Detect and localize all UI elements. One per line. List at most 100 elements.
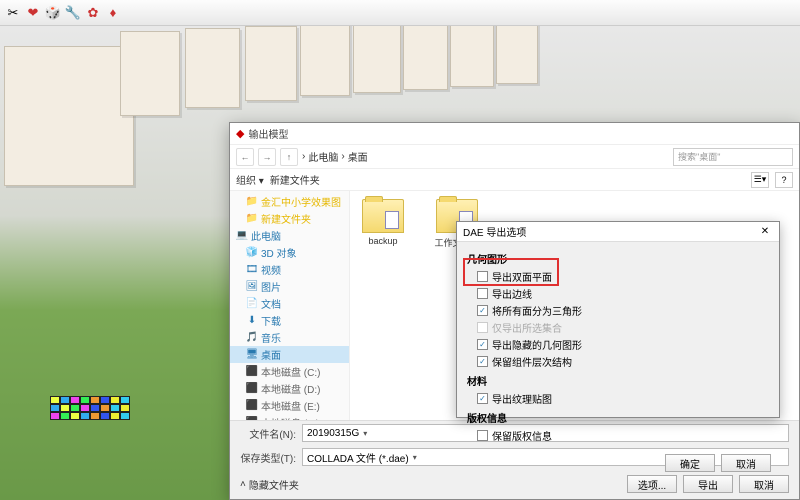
checkbox-label: 保留版权信息 [492,428,552,443]
filename-label: 文件名(N): [240,426,296,441]
group-copyright-label: 版权信息 [467,410,769,425]
checkbox-row: 仅导出所选集合 [467,319,769,336]
group-geometry-label: 几何图形 [467,251,769,266]
export-button[interactable]: 导出 [683,475,733,493]
view-mode-button[interactable]: ☰▾ [751,172,769,188]
tree-item[interactable]: 📄文档 [230,295,349,312]
tree-item-icon: ⬛ [246,366,258,378]
checkbox-icon: ✓ [477,393,488,404]
tree-item-icon: 💻 [236,230,248,242]
checkbox-icon [477,271,488,282]
hide-folders-toggle[interactable]: ˄隐藏文件夹 [230,475,309,494]
checkbox-label: 导出纹理贴图 [492,391,552,406]
breadcrumb[interactable]: › 此电脑 › 桌面 [302,149,669,164]
breadcrumb-item[interactable]: 桌面 [348,149,368,164]
checkbox-row[interactable]: ✓ 导出隐藏的几何图形 [467,336,769,353]
tree-item[interactable]: 📁金汇中小学效果图 [230,193,349,210]
tree-item-label: 3D 对象 [261,245,297,260]
tree-item[interactable]: 🎞视频 [230,261,349,278]
dialog-titlebar[interactable]: ◆ 输出模型 [230,123,799,145]
tree-item[interactable]: 🖼图片 [230,278,349,295]
options-title: DAE 导出选项 [463,224,526,239]
file-label: backup [358,236,408,246]
tree-item[interactable]: ⬛本地磁盘 (C:) [230,363,349,380]
folder-tree[interactable]: 📁金汇中小学效果图📁新建文件夹💻此电脑🧊3D 对象🎞视频🖼图片📄文档⬇下载🎵音乐… [230,191,350,420]
dae-options-dialog: DAE 导出选项 ✕ 几何图形 导出双面平面导出边线 ✓ 将所有面分为三角形仅导出所… [456,221,780,418]
tree-item[interactable]: 📁新建文件夹 [230,210,349,227]
checkbox-icon [477,322,488,333]
breadcrumb-sep-icon: › [302,151,305,162]
options-cancel-button[interactable]: 取消 [721,454,771,472]
tool-icon-6[interactable]: ♦ [104,4,122,22]
tree-item-icon: 📄 [246,298,258,310]
tree-item[interactable]: 🧊3D 对象 [230,244,349,261]
tree-item-label: 本地磁盘 (D:) [261,381,320,396]
main-toolbar: ✂ ❤ 🎲 🔧 ✿ ♦ [0,0,800,26]
help-button[interactable]: ? [775,172,793,188]
nav-forward-icon[interactable]: → [258,148,276,166]
dialog-toolbar: 组织 ▾ 新建文件夹 ☰▾ ? [230,169,799,191]
nav-up-icon[interactable]: ↑ [280,148,298,166]
search-input[interactable]: 搜索"桌面" [673,148,793,166]
ruby-icon: ◆ [236,127,244,140]
tree-item-label: 本地磁盘 (C:) [261,364,320,379]
chevron-down-icon[interactable]: ▾ [413,453,417,462]
breadcrumb-item[interactable]: 此电脑 [308,149,338,164]
checkbox-row[interactable]: 导出双面平面 [467,268,769,285]
checkbox-row[interactable]: ✓ 导出纹理贴图 [467,390,769,407]
tree-item-label: 本地磁盘 (E:) [261,398,320,413]
checkbox-label: 仅导出所选集合 [492,320,562,335]
ok-button[interactable]: 确定 [665,454,715,472]
options-button[interactable]: 选项... [627,475,677,493]
tree-item[interactable]: 🖥桌面 [230,346,349,363]
chevron-up-icon: ˄ [240,479,246,490]
new-folder-button[interactable]: 新建文件夹 [270,172,320,187]
tree-item-icon: 📁 [246,196,258,208]
checkbox-label: 导出双面平面 [492,269,552,284]
options-titlebar[interactable]: DAE 导出选项 ✕ [457,222,779,242]
cancel-button[interactable]: 取消 [739,475,789,493]
checkbox-row[interactable]: ✓ 保留组件层次结构 [467,353,769,370]
tree-item-label: 下载 [261,313,281,328]
close-icon[interactable]: ✕ [757,225,773,239]
file-item[interactable]: backup [358,199,408,246]
tool-icon-5[interactable]: ✿ [84,4,102,22]
tree-item[interactable]: ⬛本地磁盘 (E:) [230,397,349,414]
tree-item-label: 视频 [261,262,281,277]
tree-item-label: 文档 [261,296,281,311]
checkbox-label: 保留组件层次结构 [492,354,572,369]
checkbox-icon: ✓ [477,356,488,367]
checkbox-label: 导出隐藏的几何图形 [492,337,582,352]
tree-item[interactable]: ⬇下载 [230,312,349,329]
tree-item-icon: 📁 [246,213,258,225]
tool-icon-1[interactable]: ✂ [4,4,22,22]
checkbox-row[interactable]: 保留版权信息 [467,427,769,444]
folder-icon [362,199,404,233]
tree-item-icon: 🖼 [246,281,258,293]
tree-item[interactable]: ⬛本地磁盘 (D:) [230,380,349,397]
checkbox-label: 将所有面分为三角形 [492,303,582,318]
tree-item-icon: 🖥 [246,349,258,361]
checkbox-label: 导出边线 [492,286,532,301]
checkbox-icon [477,288,488,299]
tool-icon-3[interactable]: 🎲 [44,4,62,22]
tree-item-icon: ⬛ [246,383,258,395]
checkbox-icon: ✓ [477,339,488,350]
checkbox-icon: ✓ [477,305,488,316]
checkbox-row[interactable]: ✓ 将所有面分为三角形 [467,302,769,319]
tree-item-label: 桌面 [261,347,281,362]
nav-back-icon[interactable]: ← [236,148,254,166]
tree-item-icon: ⬇ [246,315,258,327]
tree-item[interactable]: 🎵音乐 [230,329,349,346]
tree-item-label: 图片 [261,279,281,294]
tree-item-icon: 🎞 [246,264,258,276]
organize-button[interactable]: 组织 ▾ [236,172,264,187]
checkbox-icon [477,430,488,441]
dialog-title: 输出模型 [248,126,288,141]
chevron-down-icon[interactable]: ▾ [363,429,367,438]
tree-item[interactable]: 💻此电脑 [230,227,349,244]
tool-icon-2[interactable]: ❤ [24,4,42,22]
tool-icon-4[interactable]: 🔧 [64,4,82,22]
breadcrumb-sep-icon: › [341,151,344,162]
checkbox-row[interactable]: 导出边线 [467,285,769,302]
